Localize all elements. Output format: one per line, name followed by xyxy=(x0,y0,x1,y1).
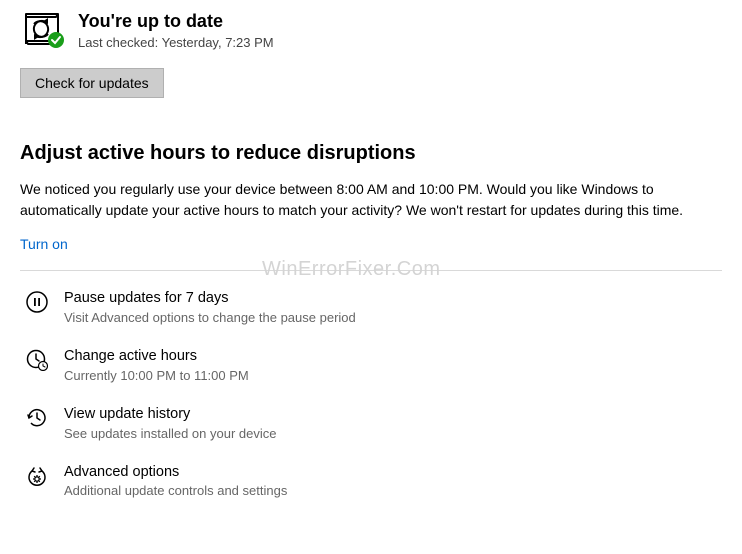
status-title: You're up to date xyxy=(78,10,274,33)
active-hours-body: We noticed you regularly use your device… xyxy=(20,179,722,220)
pause-updates-option[interactable]: Pause updates for 7 days Visit Advanced … xyxy=(20,289,722,325)
update-success-icon xyxy=(20,10,64,48)
active-hours-title: Adjust active hours to reduce disruption… xyxy=(20,142,722,165)
check-updates-button[interactable]: Check for updates xyxy=(20,68,164,98)
history-title: View update history xyxy=(64,405,276,424)
pause-sub: Visit Advanced options to change the pau… xyxy=(64,310,356,325)
history-sub: See updates installed on your device xyxy=(64,426,276,441)
update-status-header: You're up to date Last checked: Yesterda… xyxy=(20,10,722,50)
advanced-sub: Additional update controls and settings xyxy=(64,483,287,498)
advanced-options-option[interactable]: Advanced options Additional update contr… xyxy=(20,463,722,499)
history-icon xyxy=(26,407,48,429)
pause-icon xyxy=(26,291,48,313)
advanced-title: Advanced options xyxy=(64,463,287,482)
pause-title: Pause updates for 7 days xyxy=(64,289,356,308)
change-hours-sub: Currently 10:00 PM to 11:00 PM xyxy=(64,368,249,383)
change-active-hours-option[interactable]: Change active hours Currently 10:00 PM t… xyxy=(20,347,722,383)
advanced-icon xyxy=(26,465,48,487)
clock-icon xyxy=(26,349,48,371)
turn-on-link[interactable]: Turn on xyxy=(20,236,68,252)
active-hours-section: Adjust active hours to reduce disruption… xyxy=(20,142,722,498)
last-checked-text: Last checked: Yesterday, 7:23 PM xyxy=(78,35,274,50)
divider xyxy=(20,270,722,271)
change-hours-title: Change active hours xyxy=(64,347,249,366)
view-history-option[interactable]: View update history See updates installe… xyxy=(20,405,722,441)
